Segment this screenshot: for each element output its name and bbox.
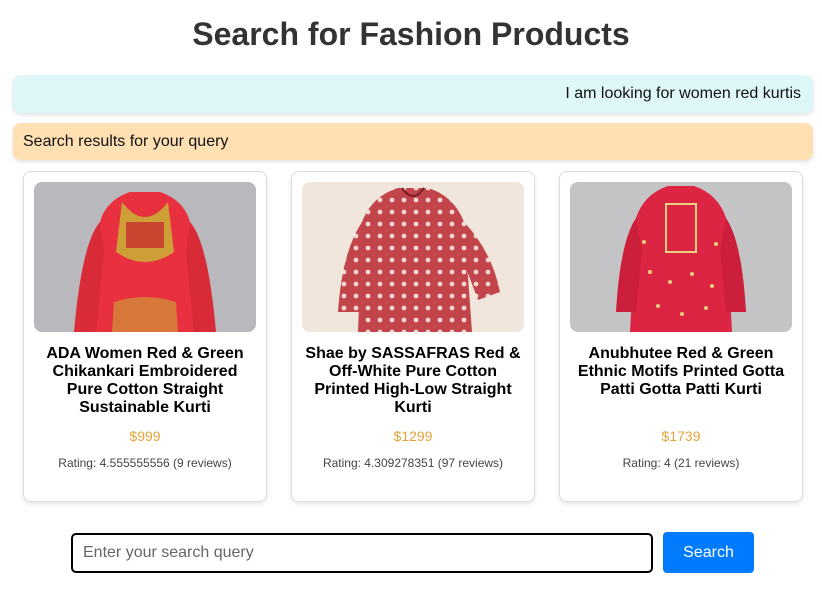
product-image[interactable] <box>34 182 256 332</box>
garment <box>630 186 732 332</box>
product-price: $1299 <box>393 428 433 444</box>
kurti-image-1 <box>34 182 256 332</box>
product-rating: Rating: 4 (21 reviews) <box>622 456 740 470</box>
bot-message: Search results for your query <box>13 123 813 160</box>
kurti-image-3 <box>570 182 792 332</box>
product-image[interactable] <box>302 182 524 332</box>
product-name[interactable]: Anubhutee Red & Green Ethnic Motifs Prin… <box>572 345 790 399</box>
page-title: Search for Fashion Products <box>192 16 630 52</box>
product-card[interactable]: ADA Women Red & Green Chikankari Embroid… <box>23 171 267 502</box>
product-card[interactable]: Anubhutee Red & Green Ethnic Motifs Prin… <box>559 171 803 502</box>
search-input[interactable] <box>71 533 653 573</box>
product-rating: Rating: 4.309278351 (97 reviews) <box>322 456 504 470</box>
product-card[interactable]: Shae by SASSAFRAS Red & Off-White Pure C… <box>291 171 535 502</box>
kurti-image-2 <box>302 182 524 332</box>
product-rating: Rating: 4.555555556 (9 reviews) <box>58 456 232 470</box>
search-button[interactable]: Search <box>663 532 754 573</box>
product-image[interactable] <box>570 182 792 332</box>
product-price: $999 <box>129 428 161 444</box>
product-name[interactable]: Shae by SASSAFRAS Red & Off-White Pure C… <box>304 345 522 417</box>
product-price: $1739 <box>661 428 701 444</box>
yoke-pleats <box>126 222 164 248</box>
user-message: I am looking for women red kurtis <box>13 75 813 113</box>
skirt-embroidery <box>112 297 178 332</box>
product-name[interactable]: ADA Women Red & Green Chikankari Embroid… <box>36 345 254 417</box>
garment <box>358 188 472 332</box>
